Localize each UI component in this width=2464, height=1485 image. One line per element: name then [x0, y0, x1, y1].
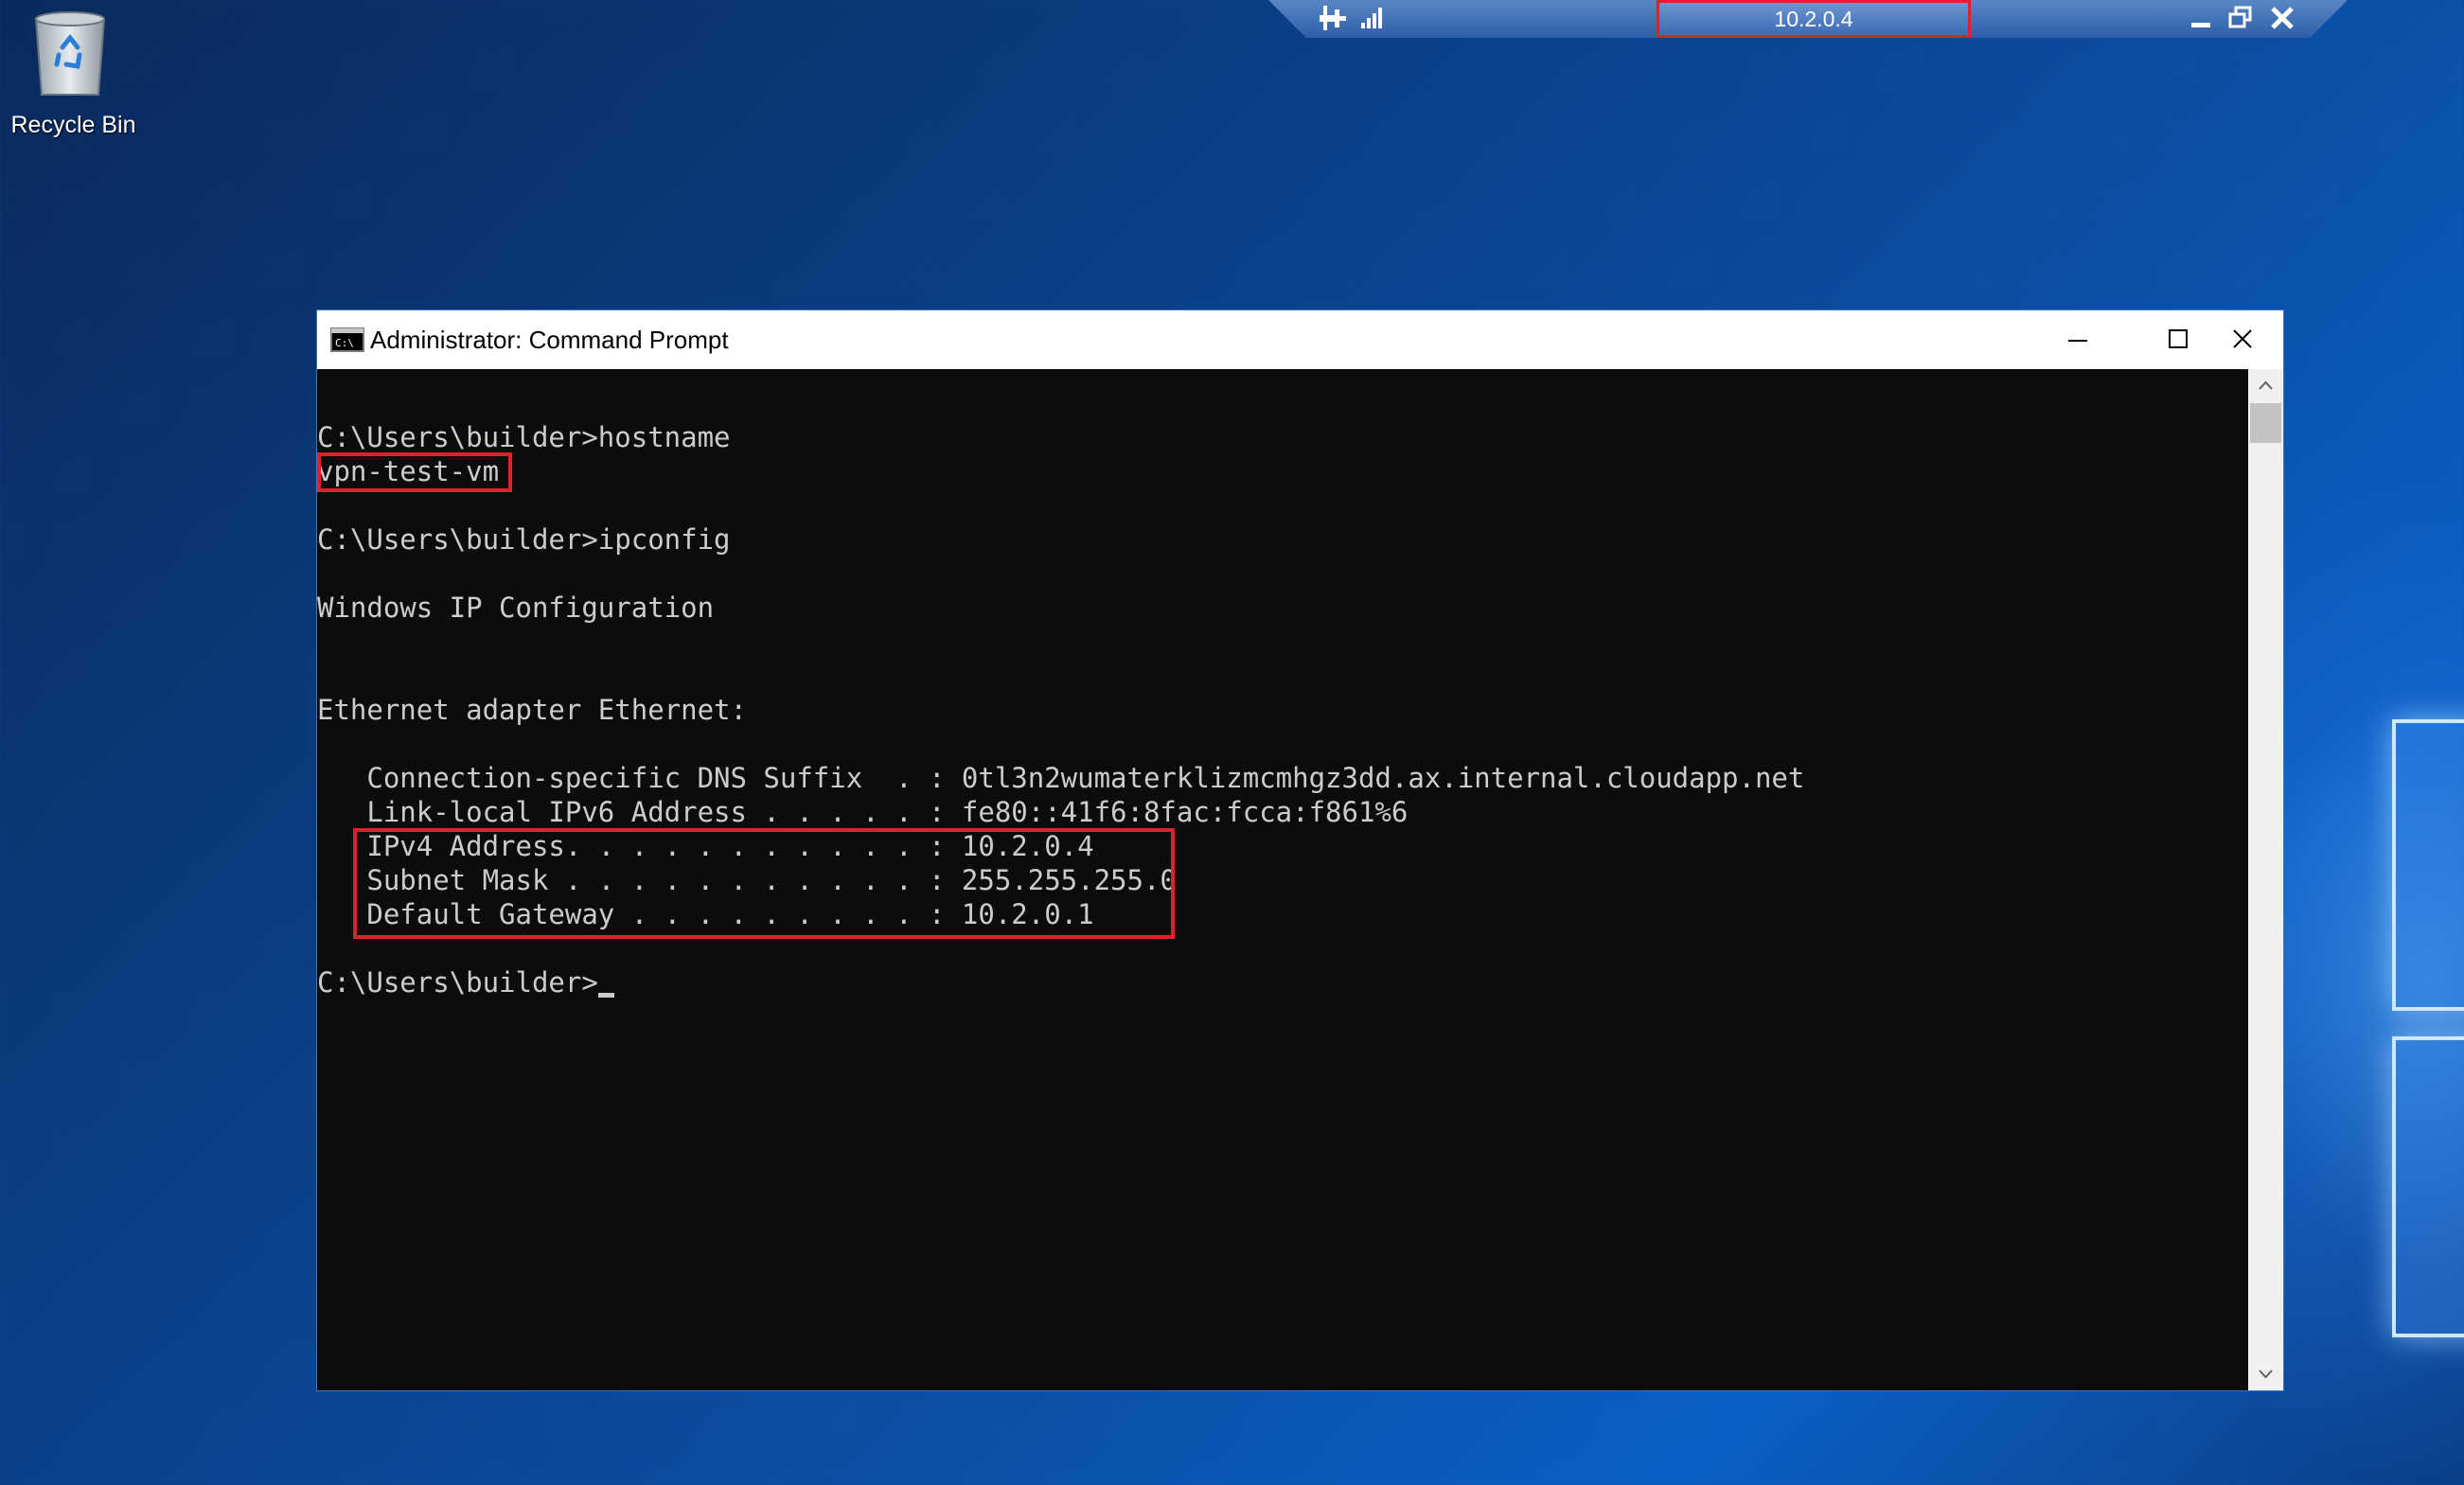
- signal-strength-icon[interactable]: [1359, 6, 1386, 30]
- ip-details-highlight-box: [353, 828, 1175, 939]
- wallpaper-logo-pane: [2392, 719, 2464, 1011]
- minimize-icon: [2068, 340, 2087, 342]
- close-icon: [2233, 329, 2252, 348]
- text-cursor: [597, 993, 614, 998]
- command-prompt-window: C:\ Administrator: Command Prompt C:\Use…: [316, 309, 2284, 1391]
- minimize-icon[interactable]: [2187, 4, 2215, 32]
- scroll-up-icon[interactable]: [2248, 369, 2283, 403]
- svg-text:C:\: C:\: [335, 337, 354, 349]
- close-icon[interactable]: [2268, 4, 2296, 32]
- pin-icon[interactable]: [1316, 4, 1348, 32]
- vertical-scrollbar[interactable]: [2248, 369, 2283, 1390]
- wallpaper-logo-pane: [2392, 1036, 2464, 1337]
- command-prompt-icon: C:\: [330, 327, 364, 352]
- hostname-highlight-box: [317, 452, 512, 492]
- console-line: C:\Users\builder>hostname: [317, 421, 731, 453]
- console-line: Connection-specific DNS Suffix . : 0tl3n…: [317, 762, 1805, 794]
- recycle-bin-icon: [34, 11, 106, 96]
- close-button[interactable]: [2229, 310, 2283, 369]
- minimize-button[interactable]: [2030, 310, 2130, 369]
- scrollbar-thumb[interactable]: [2250, 403, 2281, 443]
- restore-icon[interactable]: [2226, 4, 2255, 32]
- maximize-button[interactable]: [2130, 310, 2229, 369]
- console-line: C:\Users\builder>ipconfig: [317, 523, 731, 556]
- desktop-icon-label: Recycle Bin: [10, 112, 136, 138]
- window-titlebar[interactable]: C:\ Administrator: Command Prompt: [317, 310, 2283, 369]
- desktop-icon-recycle-bin[interactable]: Recycle Bin: [0, 2, 147, 144]
- console-prompt: C:\Users\builder>: [317, 966, 598, 999]
- scroll-down-icon[interactable]: [2248, 1356, 2283, 1390]
- maximize-icon: [2169, 329, 2188, 348]
- console-line: Windows IP Configuration: [317, 592, 715, 624]
- console-line: Ethernet adapter Ethernet:: [317, 694, 747, 726]
- console-prompt-line: C:\Users\builder>: [317, 965, 614, 999]
- console-output[interactable]: C:\Users\builder>hostname vpn-test-vm C:…: [317, 369, 2248, 1390]
- window-title: Administrator: Command Prompt: [370, 326, 729, 354]
- console-line: Link-local IPv6 Address . . . . . : fe80…: [317, 796, 1409, 828]
- rdp-connection-title: 10.2.0.4: [1657, 0, 1971, 38]
